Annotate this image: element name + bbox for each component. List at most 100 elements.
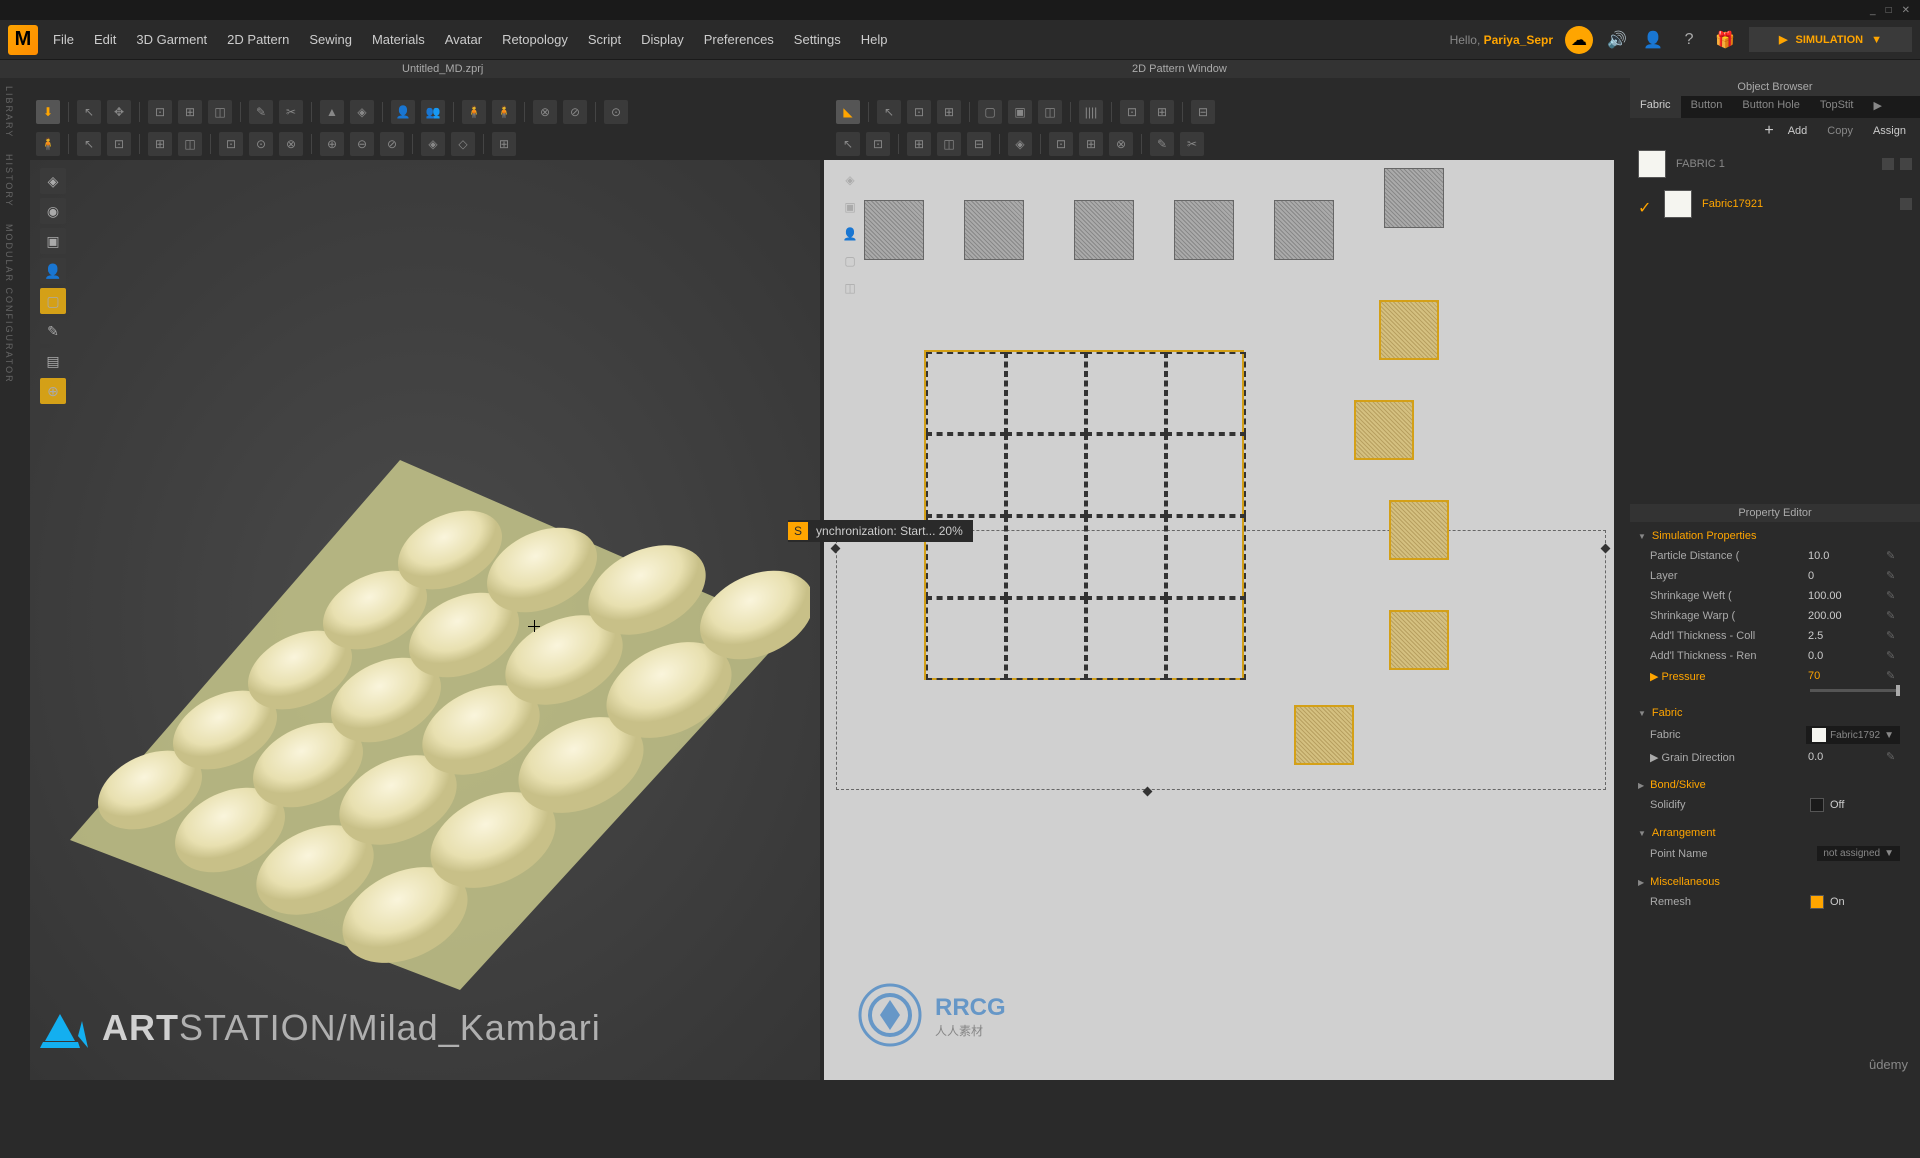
tool-r2-8[interactable]: ⊗ <box>279 132 303 156</box>
simulation-button[interactable]: SIMULATION ▼ <box>1749 27 1912 52</box>
sidebar-modular[interactable]: MODULAR CONFIGURATOR <box>0 216 18 392</box>
tool-arrow-3d[interactable]: ↖ <box>77 100 101 124</box>
tool-r2-2[interactable]: ↖ <box>77 132 101 156</box>
prop-value[interactable]: 70 <box>1808 670 1878 682</box>
menu-materials[interactable]: Materials <box>372 32 425 47</box>
section-sim-props[interactable]: Simulation Properties <box>1638 526 1912 546</box>
menu-avatar[interactable]: Avatar <box>445 32 482 47</box>
fabric-opt-icon[interactable] <box>1900 158 1912 170</box>
tool-2d-p1[interactable]: ◈ <box>838 168 862 192</box>
pattern-grid-main[interactable] <box>924 350 1244 680</box>
tool-2d-r2-6[interactable]: ◈ <box>1008 132 1032 156</box>
left-tool-6[interactable]: ✎ <box>40 318 66 344</box>
tool-2d-p2[interactable]: ▣ <box>838 195 862 219</box>
viewport-3d[interactable] <box>30 160 820 1080</box>
menu-file[interactable]: File <box>53 32 74 47</box>
pattern-piece[interactable] <box>864 200 924 260</box>
speaker-icon[interactable]: 🔊 <box>1605 28 1629 52</box>
tool-a-3d[interactable]: ▲ <box>320 100 344 124</box>
pattern-piece-selected[interactable] <box>1294 705 1354 765</box>
prop-value[interactable]: 0.0 <box>1808 751 1878 763</box>
tab-topstitch[interactable]: TopStit <box>1810 96 1864 118</box>
pattern-piece[interactable] <box>1274 200 1334 260</box>
tool-move-3d[interactable]: ✥ <box>107 100 131 124</box>
pattern-piece[interactable] <box>1074 200 1134 260</box>
edit-icon[interactable]: ✎ <box>1886 629 1900 643</box>
fabric-item-2[interactable]: ✓ Fabric17921 <box>1630 184 1920 224</box>
file-tab-2d[interactable]: 2D Pattern Window <box>1120 61 1239 77</box>
pattern-piece[interactable] <box>1174 200 1234 260</box>
pattern-piece-selected[interactable] <box>1379 300 1439 360</box>
tool-r2-11[interactable]: ⊘ <box>380 132 404 156</box>
tool-y-3d[interactable]: ⊘ <box>563 100 587 124</box>
edit-icon[interactable]: ✎ <box>1886 549 1900 563</box>
tool-2d-4[interactable]: ▢ <box>978 100 1002 124</box>
tool-2d-10[interactable]: ⊟ <box>1191 100 1215 124</box>
tool-avatar1-3d[interactable]: 👤 <box>391 100 415 124</box>
pattern-piece[interactable] <box>964 200 1024 260</box>
file-tab-3d[interactable]: Untitled_MD.zprj <box>390 61 495 77</box>
pressure-slider[interactable] <box>1810 689 1900 692</box>
edit-icon[interactable]: ✎ <box>1886 609 1900 623</box>
menu-2d-pattern[interactable]: 2D Pattern <box>227 32 289 47</box>
fabric-dropdown[interactable]: Fabric1792 ▼ <box>1806 726 1900 744</box>
tool-r2-1[interactable]: 🧍 <box>36 132 60 156</box>
edit-icon[interactable]: ✎ <box>1886 649 1900 663</box>
tool-r2-12[interactable]: ◈ <box>421 132 445 156</box>
left-tool-8[interactable]: ⊕ <box>40 378 66 404</box>
menu-script[interactable]: Script <box>588 32 621 47</box>
menu-retopology[interactable]: Retopology <box>502 32 568 47</box>
section-arrangement[interactable]: Arrangement <box>1638 823 1912 843</box>
tool-2d-r2-11[interactable]: ✂ <box>1180 132 1204 156</box>
tool-r2-10[interactable]: ⊖ <box>350 132 374 156</box>
menu-help[interactable]: Help <box>861 32 888 47</box>
tool-z-3d[interactable]: ⊙ <box>604 100 628 124</box>
prop-value[interactable]: 0.0 <box>1808 650 1878 662</box>
left-tool-3[interactable]: ▣ <box>40 228 66 254</box>
tool-r2-14[interactable]: ⊞ <box>492 132 516 156</box>
tool-2d-3[interactable]: ⊞ <box>937 100 961 124</box>
tool-pose1-3d[interactable]: 🧍 <box>462 100 486 124</box>
tool-pen-3d[interactable]: ✎ <box>249 100 273 124</box>
tool-2d-1[interactable]: ↖ <box>877 100 901 124</box>
tool-edit-3d[interactable]: ⊡ <box>148 100 172 124</box>
assign-button[interactable]: Assign <box>1867 123 1912 139</box>
tool-2d-5[interactable]: ▣ <box>1008 100 1032 124</box>
prop-value[interactable]: 0 <box>1808 570 1878 582</box>
pattern-piece[interactable] <box>1384 168 1444 228</box>
tool-r2-6[interactable]: ⊡ <box>219 132 243 156</box>
tool-r2-9[interactable]: ⊕ <box>320 132 344 156</box>
sidebar-library[interactable]: LIBRARY <box>0 78 18 146</box>
fabric-opt-icon[interactable] <box>1882 158 1894 170</box>
tool-select-3d[interactable]: ⬇ <box>36 100 60 124</box>
edit-icon[interactable]: ✎ <box>1886 569 1900 583</box>
help-icon[interactable]: ? <box>1677 28 1701 52</box>
menu-settings[interactable]: Settings <box>794 32 841 47</box>
tool-edit3-3d[interactable]: ◫ <box>208 100 232 124</box>
prop-value[interactable]: 2.5 <box>1808 630 1878 642</box>
tool-r2-3[interactable]: ⊡ <box>107 132 131 156</box>
edit-icon[interactable]: ✎ <box>1886 750 1900 764</box>
gift-icon[interactable]: 🎁 <box>1713 28 1737 52</box>
tool-b-3d[interactable]: ◈ <box>350 100 374 124</box>
menu-edit[interactable]: Edit <box>94 32 116 47</box>
left-tool-4[interactable]: 👤 <box>40 258 66 284</box>
tool-2d-r2-3[interactable]: ⊞ <box>907 132 931 156</box>
tool-r2-7[interactable]: ⊙ <box>249 132 273 156</box>
menu-sewing[interactable]: Sewing <box>309 32 352 47</box>
section-bond-skive[interactable]: Bond/Skive <box>1638 775 1912 795</box>
edit-icon[interactable]: ✎ <box>1886 669 1900 683</box>
close-icon[interactable]: ✕ <box>1902 5 1910 16</box>
tool-2d-8[interactable]: ⊡ <box>1120 100 1144 124</box>
tool-r2-4[interactable]: ⊞ <box>148 132 172 156</box>
left-tool-7[interactable]: ▤ <box>40 348 66 374</box>
menu-preferences[interactable]: Preferences <box>704 32 774 47</box>
user-icon[interactable]: 👤 <box>1641 28 1665 52</box>
tool-2d-p3[interactable]: 👤 <box>838 222 862 246</box>
section-misc[interactable]: Miscellaneous <box>1638 872 1912 892</box>
tool-2d-r2-10[interactable]: ✎ <box>1150 132 1174 156</box>
section-fabric[interactable]: Fabric <box>1638 703 1912 723</box>
tool-2d-9[interactable]: ⊞ <box>1150 100 1174 124</box>
pattern-piece-selected[interactable] <box>1389 500 1449 560</box>
tool-2d-r2-8[interactable]: ⊞ <box>1079 132 1103 156</box>
